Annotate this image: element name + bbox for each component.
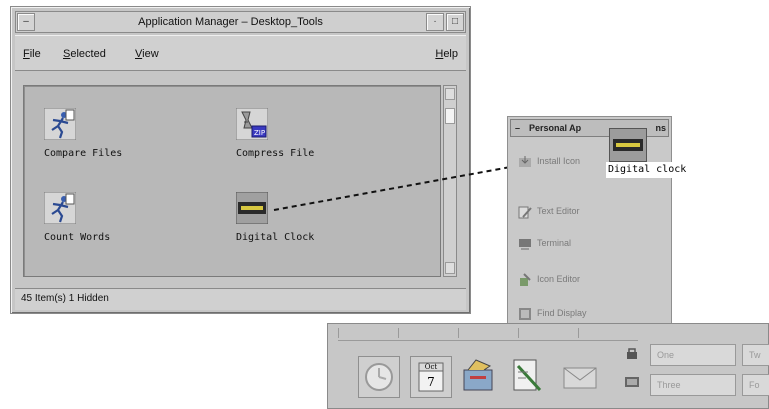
text-editor-control[interactable]: [510, 356, 552, 398]
clock-control[interactable]: [358, 356, 400, 398]
workspace-button-one[interactable]: One: [650, 344, 736, 366]
clock-icon: [365, 363, 393, 391]
screen-icon[interactable]: [624, 376, 640, 390]
subpanel-arrow[interactable]: [518, 328, 575, 338]
lock-icon[interactable]: [624, 346, 640, 360]
file-manager-control[interactable]: [460, 356, 502, 398]
subpanel-item-text-editor[interactable]: Text Editor: [518, 201, 658, 221]
subpanel-item-icon-editor[interactable]: Icon Editor: [518, 269, 658, 289]
subpanel-arrow[interactable]: [398, 328, 455, 338]
workspace-button-four[interactable]: Fo: [742, 374, 769, 396]
subpanel-arrow[interactable]: [338, 328, 395, 338]
terminal-icon: [519, 238, 531, 250]
calendar-control[interactable]: Oct 7: [410, 356, 452, 398]
icon-editor-icon: [520, 272, 531, 286]
subpanel-menu-icon[interactable]: –: [515, 120, 520, 136]
install-icon: [519, 155, 531, 167]
workspace-button-three[interactable]: Three: [650, 374, 736, 396]
front-panel: Oct 7 One Three Tw Fo: [327, 323, 769, 409]
drag-label: Digital clock: [606, 162, 689, 178]
subpanel-item-terminal[interactable]: Terminal: [518, 233, 658, 253]
find-display-icon: [519, 307, 531, 320]
dragged-digital-clock-icon[interactable]: [609, 128, 647, 162]
mail-icon: [563, 367, 597, 389]
subpanel-arrow[interactable]: [458, 328, 515, 338]
subpanel-arrows-row: [338, 328, 638, 341]
file-cabinet-icon: [463, 359, 493, 391]
text-editor-icon: [513, 359, 542, 392]
subpanel-arrow[interactable]: [578, 328, 635, 338]
subpanel-item-find-display[interactable]: Find Display: [518, 303, 658, 323]
personal-applications-subpanel: – Personal Ap ns Install Icon Text Editor…: [507, 116, 672, 336]
mailer-control[interactable]: [560, 356, 602, 398]
workspace-button-two[interactable]: Tw: [742, 344, 769, 366]
text-editor-icon: [518, 206, 532, 219]
subpanel-title: Personal Ap: [529, 123, 582, 133]
